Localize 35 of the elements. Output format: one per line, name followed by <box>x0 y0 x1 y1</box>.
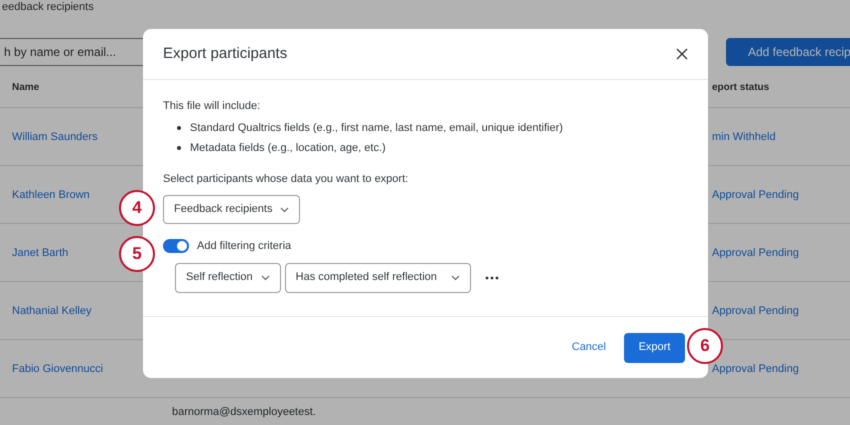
cancel-button[interactable]: Cancel <box>572 339 606 356</box>
recipient-name-link[interactable]: Nathanial Kelley <box>12 305 92 318</box>
toggle-switch[interactable] <box>163 239 189 254</box>
chevron-down-icon <box>450 274 460 280</box>
bullet-text: Standard Qualtrics fields (e.g., first name, last name, email, unique identifier) <box>190 120 563 134</box>
recipient-name-link[interactable]: William Saunders <box>12 131 98 144</box>
intro-text: This file will include: <box>163 99 262 114</box>
filter-dropdown[interactable]: Has completed self reflection <box>284 262 471 292</box>
participants-dropdown[interactable]: Feedback recipients <box>163 195 300 224</box>
select-label: Select participants whose data you want to export: <box>163 172 410 186</box>
export-button[interactable]: Export <box>624 332 685 362</box>
step-number-badge: 4 <box>119 190 155 226</box>
bullet-icon <box>177 146 181 150</box>
report-status-link[interactable]: Approval Pending <box>712 305 799 318</box>
report-status-link[interactable]: Approval Pending <box>712 247 799 260</box>
report-status-link[interactable]: Approval Pending <box>712 363 799 376</box>
bullet-icon <box>177 126 181 130</box>
recipient-name-link[interactable]: Kathleen Brown <box>12 189 90 202</box>
toggle-label: Add filtering criteria <box>197 239 292 254</box>
email-text: barnorma@dsxemployeetest. <box>172 406 316 418</box>
chevron-down-icon <box>280 206 290 212</box>
bullet-text: Metadata fields (e.g., location, age, etc.) <box>190 140 386 154</box>
step-number-badge: 5 <box>119 236 155 272</box>
page-title: eedback recipients <box>1 0 95 15</box>
column-header: Name <box>11 81 40 95</box>
column-header: eport status <box>712 81 770 95</box>
report-status-link[interactable]: Approval Pending <box>712 189 799 202</box>
add-recipient-button[interactable]: Add feedback recip <box>726 38 850 66</box>
recipient-name-link[interactable]: Janet Barth <box>12 247 68 260</box>
report-status-link[interactable]: min Withheld <box>712 131 776 144</box>
more-icon[interactable] <box>484 276 499 280</box>
chevron-down-icon <box>260 274 270 280</box>
filter-dropdown[interactable]: Self reflection <box>175 262 281 292</box>
step-number-badge: 6 <box>687 328 723 364</box>
recipient-name-link[interactable]: Fabio Giovennucci <box>12 363 104 376</box>
